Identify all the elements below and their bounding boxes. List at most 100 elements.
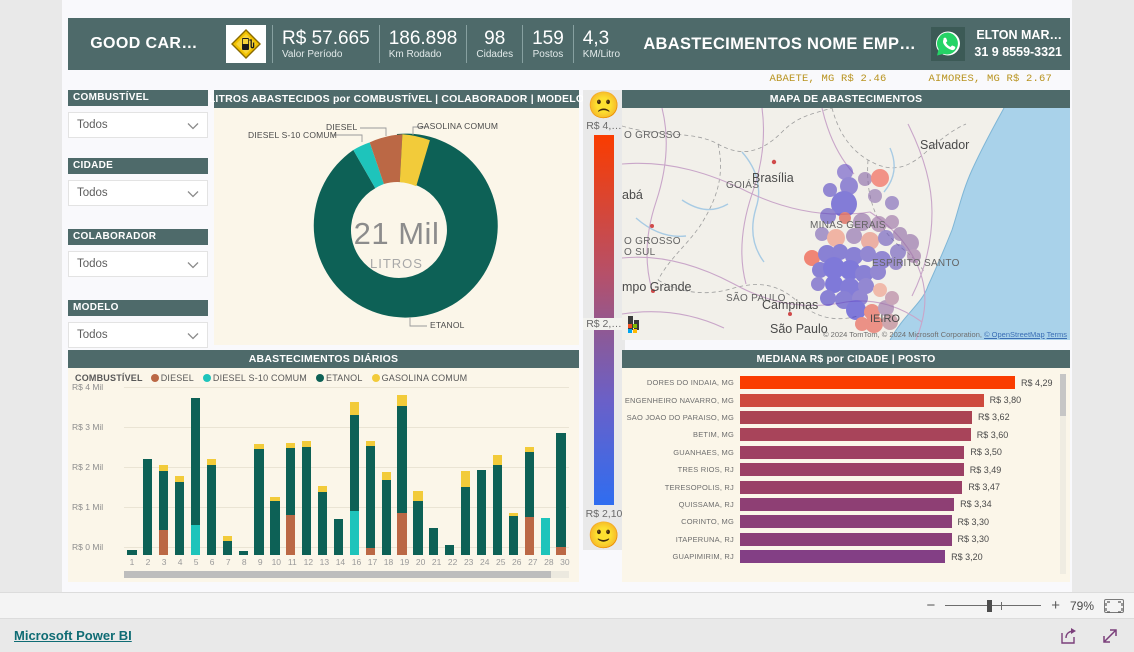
legend-item-gasolina[interactable]: GASOLINA COMUM — [371, 373, 468, 383]
bar-column[interactable] — [299, 387, 315, 555]
bar-segment[interactable] — [318, 492, 328, 555]
ranking-bar[interactable] — [740, 393, 984, 407]
chevron-down-icon[interactable] — [187, 189, 199, 198]
bar-column[interactable] — [331, 387, 347, 555]
bar-segment[interactable] — [461, 487, 471, 555]
bar-stack[interactable] — [556, 432, 566, 555]
plus-icon[interactable]: + — [1051, 598, 1060, 613]
bar-stack[interactable] — [397, 394, 407, 555]
slicer-cidade[interactable]: CIDADE Todos — [68, 158, 208, 206]
slider-knob[interactable] — [987, 599, 993, 612]
bar-column[interactable] — [474, 387, 490, 555]
bar-column[interactable] — [172, 387, 188, 555]
bar-column[interactable] — [458, 387, 474, 555]
scrollbar-thumb[interactable] — [1060, 374, 1066, 416]
bar-segment[interactable] — [413, 491, 423, 502]
chevron-down-icon[interactable] — [187, 260, 199, 269]
whatsapp-icon[interactable] — [930, 26, 966, 62]
ranking-bar[interactable] — [740, 410, 973, 424]
bar-segment[interactable] — [349, 511, 360, 555]
bar-segment[interactable] — [524, 516, 534, 555]
bar-column[interactable] — [553, 387, 569, 555]
bar-column[interactable] — [156, 387, 172, 555]
bar-stack[interactable] — [206, 458, 216, 555]
ranking-row[interactable]: GUANHAES, MG R$ 3,50 — [624, 444, 1068, 461]
ranking-scrollbar[interactable] — [1060, 374, 1066, 574]
ranking-row[interactable]: BETIM, MG R$ 3,60 — [624, 426, 1068, 443]
bar-segment[interactable] — [508, 516, 518, 555]
ranking-bar[interactable] — [740, 480, 963, 494]
bar-column[interactable] — [219, 387, 235, 555]
bar-stack[interactable] — [413, 491, 423, 555]
bar-segment[interactable] — [492, 465, 503, 555]
bar-segment[interactable] — [349, 401, 360, 416]
bar-column[interactable] — [505, 387, 521, 555]
bar-segment[interactable] — [429, 527, 439, 555]
bar-stack[interactable] — [238, 551, 248, 555]
bar-segment[interactable] — [397, 406, 407, 514]
scrollbar-thumb[interactable] — [124, 571, 552, 578]
bar-segment[interactable] — [524, 452, 534, 517]
bar-stack[interactable] — [492, 455, 503, 555]
bar-series-container[interactable] — [124, 387, 569, 555]
bar-segment[interactable] — [333, 519, 344, 555]
bar-column[interactable] — [521, 387, 537, 555]
bar-column[interactable] — [315, 387, 331, 555]
ranking-row[interactable]: ITAPERUNA, RJ R$ 3,30 — [624, 531, 1068, 548]
fit-to-page-icon[interactable] — [1104, 598, 1124, 613]
bar-column[interactable] — [203, 387, 219, 555]
slicer-dropdown[interactable]: Todos — [68, 180, 208, 206]
ranking-bar[interactable] — [740, 463, 964, 477]
bar-segment[interactable] — [540, 517, 550, 555]
ranking-bar[interactable] — [740, 428, 971, 442]
bar-segment[interactable] — [461, 470, 471, 488]
bar-column[interactable] — [235, 387, 251, 555]
bar-column[interactable] — [410, 387, 426, 555]
zoom-slider[interactable] — [945, 599, 1042, 612]
bar-stack[interactable] — [508, 512, 518, 555]
bar-segment[interactable] — [143, 458, 153, 555]
bar-segment[interactable] — [254, 449, 264, 555]
ranking-bar[interactable] — [740, 550, 946, 564]
chevron-down-icon[interactable] — [187, 331, 199, 340]
ranking-row[interactable]: QUISSAMA, RJ R$ 3,34 — [624, 496, 1068, 513]
bar-segment[interactable] — [270, 500, 280, 555]
microsoft-power-bi-link[interactable]: Microsoft Power BI — [14, 628, 132, 643]
bar-segment[interactable] — [159, 530, 169, 555]
bar-segment[interactable] — [492, 455, 503, 466]
slicer-modelo[interactable]: MODELO Todos — [68, 300, 208, 348]
bar-segment[interactable] — [127, 550, 137, 555]
bar-segment[interactable] — [445, 545, 455, 555]
bar-column[interactable] — [378, 387, 394, 555]
bar-segment[interactable] — [286, 447, 296, 515]
share-icon[interactable] — [1058, 626, 1078, 646]
bar-stack[interactable] — [318, 485, 328, 555]
bar-segment[interactable] — [556, 547, 566, 555]
bar-stack[interactable] — [222, 535, 232, 555]
bar-segment[interactable] — [190, 524, 201, 555]
bar-stack[interactable] — [302, 441, 312, 555]
ranking-row[interactable]: GUAPIMIRIM, RJ R$ 3,20 — [624, 548, 1068, 565]
slicer-dropdown[interactable]: Todos — [68, 112, 208, 138]
map-terms-link[interactable]: Terms — [1047, 330, 1067, 339]
expand-arrows-icon[interactable] — [1100, 626, 1120, 646]
bar-stack[interactable] — [127, 550, 137, 555]
ranking-row[interactable]: ENGENHEIRO NAVARRO, MG R$ 3,80 — [624, 391, 1068, 408]
bar-segment[interactable] — [349, 415, 360, 512]
bar-segment[interactable] — [206, 464, 216, 555]
bar-stack[interactable] — [540, 517, 550, 555]
ranking-bar[interactable] — [740, 497, 955, 511]
ranking-row[interactable]: SAO JOAO DO PARAISO, MG R$ 3,62 — [624, 409, 1068, 426]
bar-segment[interactable] — [381, 472, 391, 481]
legend-item-diesel-s10[interactable]: DIESEL S-10 COMUM — [202, 373, 307, 383]
daily-bar-chart-legend[interactable]: COMBUSTÍVEL DIESEL DIESEL S-10 COMUM ETA… — [68, 368, 579, 383]
bar-column[interactable] — [283, 387, 299, 555]
bar-segment[interactable] — [222, 541, 232, 555]
bar-segment[interactable] — [238, 551, 248, 555]
openstreetmap-link[interactable]: © OpenStreetMap — [984, 330, 1045, 339]
bar-stack[interactable] — [381, 472, 391, 555]
bar-segment[interactable] — [365, 445, 375, 548]
bar-stack[interactable] — [270, 496, 280, 555]
legend-item-etanol[interactable]: ETANOL — [316, 373, 363, 383]
bar-column[interactable] — [346, 387, 362, 555]
